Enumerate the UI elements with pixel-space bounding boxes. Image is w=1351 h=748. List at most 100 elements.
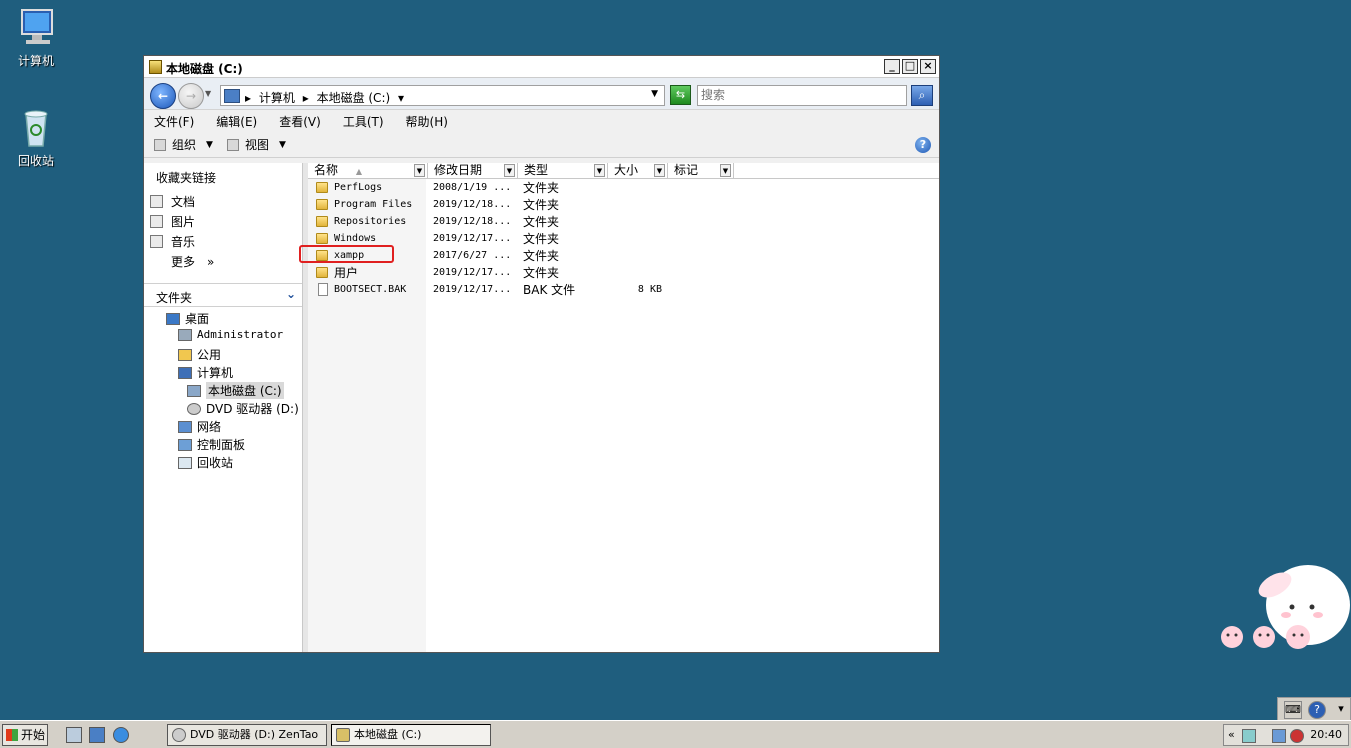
desktop-icon-computer[interactable]: 计算机 xyxy=(1,6,71,69)
search-input[interactable] xyxy=(698,86,878,104)
file-row[interactable]: Program Files 2019/12/18... 文件夹 xyxy=(308,197,939,213)
refresh-button[interactable]: ⇆ xyxy=(670,85,691,105)
file-date: 2019/12/17... xyxy=(433,284,512,295)
file-row[interactable]: xampp 2017/6/27 ... 文件夹 xyxy=(308,248,939,264)
tree-label: 公用 xyxy=(197,348,222,362)
menu-edit[interactable]: 编辑(E) xyxy=(212,112,261,131)
tree-item-recycle-bin[interactable]: 回收站 xyxy=(178,454,233,471)
menu-tools[interactable]: 工具(T) xyxy=(339,112,388,131)
file-size xyxy=(618,265,662,281)
file-name: BOOTSECT.BAK xyxy=(334,284,407,295)
tree-item-computer[interactable]: 计算机 xyxy=(178,364,233,381)
desktop-icon-recycle-bin[interactable]: 回收站 xyxy=(1,106,71,169)
music-icon xyxy=(150,235,163,248)
tree-item-public[interactable]: 公用 xyxy=(178,346,221,363)
column-filter-dropdown[interactable]: ▼ xyxy=(720,164,731,177)
file-size xyxy=(618,180,662,196)
favorites-more[interactable]: 更多 » xyxy=(171,253,214,270)
column-filter-dropdown[interactable]: ▼ xyxy=(414,164,425,177)
breadcrumb-local-disk[interactable]: 本地磁盘 (C:) xyxy=(317,91,391,105)
favorite-pictures[interactable]: 图片 xyxy=(150,213,195,230)
dvd-icon xyxy=(187,402,201,415)
keyboard-icon[interactable]: ⌨ xyxy=(1284,701,1302,719)
views-label: 视图 xyxy=(244,138,269,152)
recycle-bin-icon xyxy=(14,106,58,150)
favorite-documents[interactable]: 文档 xyxy=(150,193,195,210)
file-row[interactable]: PerfLogs 2008/1/19 ... 文件夹 xyxy=(308,180,939,196)
clock[interactable]: 20:40 xyxy=(1310,728,1342,741)
internet-explorer-icon[interactable] xyxy=(113,727,129,743)
file-list: 名称 ▲ ▼ 修改日期 ▼ 类型 ▼ 大小 ▼ 标记 ▼ PerfLogs 20… xyxy=(308,163,939,652)
computer-icon xyxy=(14,6,58,50)
task-label: DVD 驱动器 (D:) ZenTao xyxy=(190,728,319,741)
file-type: 文件夹 xyxy=(523,181,560,195)
file-row[interactable]: Repositories 2019/12/18... 文件夹 xyxy=(308,214,939,230)
address-bar[interactable]: ▸ 计算机 ▸ 本地磁盘 (C:) ▾ ▼ xyxy=(220,85,665,106)
folder-icon xyxy=(316,182,328,193)
column-header-tags[interactable]: 标记 ▼ xyxy=(668,163,734,179)
help-icon[interactable]: ? xyxy=(915,137,931,153)
tree-label: 计算机 xyxy=(197,366,234,380)
forward-button[interactable]: → xyxy=(178,83,204,109)
organize-button[interactable]: 组织 ▼ xyxy=(154,136,213,153)
start-label: 开始 xyxy=(21,728,46,742)
breadcrumb-computer[interactable]: 计算机 xyxy=(259,91,295,105)
taskbar-item-dvd-zentao[interactable]: DVD 驱动器 (D:) ZenTao xyxy=(167,724,327,746)
tree-label: 控制面板 xyxy=(197,438,246,452)
column-filter-dropdown[interactable]: ▼ xyxy=(594,164,605,177)
crumb-separator[interactable]: ▾ xyxy=(398,91,404,105)
search-box[interactable] xyxy=(697,85,907,106)
server-manager-icon[interactable] xyxy=(66,727,82,743)
menu-view[interactable]: 查看(V) xyxy=(275,112,325,131)
tree-item-desktop[interactable]: 桌面 xyxy=(166,310,209,327)
close-button[interactable]: × xyxy=(920,59,936,74)
show-desktop-icon[interactable] xyxy=(89,727,105,743)
tree-label: 本地磁盘 (C:) xyxy=(206,382,284,399)
explorer-window: 本地磁盘 (C:) _ □ × ← → ▼ ▸ 计算机 ▸ 本地磁盘 (C:) … xyxy=(143,55,940,653)
start-button[interactable]: 开始 xyxy=(2,724,48,746)
file-row[interactable]: 用户 2019/12/17... 文件夹 xyxy=(308,265,939,281)
minimize-button[interactable]: _ xyxy=(884,59,900,74)
views-button[interactable]: 视图 ▼ xyxy=(226,136,286,153)
file-row[interactable]: BOOTSECT.BAK 2019/12/17... BAK 文件 8 KB xyxy=(308,282,939,298)
back-button[interactable]: ← xyxy=(150,83,176,109)
tray-app-icon[interactable] xyxy=(1242,729,1256,743)
menu-help[interactable]: 帮助(H) xyxy=(402,112,452,131)
crumb-separator[interactable]: ▸ xyxy=(303,91,309,105)
options-icon[interactable]: ▾ xyxy=(1332,701,1350,719)
maximize-button[interactable]: □ xyxy=(902,59,918,74)
folders-header[interactable]: 文件夹 ⌄ xyxy=(144,283,302,307)
column-header-name[interactable]: 名称 ▲ ▼ xyxy=(308,163,428,179)
file-type: 文件夹 xyxy=(523,249,560,263)
crumb-separator[interactable]: ▸ xyxy=(245,91,251,105)
favorite-music[interactable]: 音乐 xyxy=(150,233,195,250)
history-dropdown-icon[interactable]: ▼ xyxy=(205,89,211,98)
address-dropdown-icon[interactable]: ▼ xyxy=(651,89,658,99)
documents-icon xyxy=(150,195,163,208)
taskbar-item-local-disk[interactable]: 本地磁盘 (C:) xyxy=(331,724,491,746)
title-bar[interactable]: 本地磁盘 (C:) _ □ × xyxy=(144,56,939,78)
folder-icon xyxy=(178,348,192,361)
search-button[interactable]: ⌕ xyxy=(911,85,933,106)
file-icon xyxy=(318,283,328,296)
column-header-date[interactable]: 修改日期 ▼ xyxy=(428,163,518,179)
column-filter-dropdown[interactable]: ▼ xyxy=(654,164,665,177)
file-row[interactable]: Windows 2019/12/17... 文件夹 xyxy=(308,231,939,247)
menu-file[interactable]: 文件(F) xyxy=(150,112,198,131)
column-header-type[interactable]: 类型 ▼ xyxy=(518,163,608,179)
column-label: 大小 xyxy=(614,163,639,177)
chevron-down-icon: ⌄ xyxy=(285,287,296,301)
column-filter-dropdown[interactable]: ▼ xyxy=(504,164,515,177)
file-type: 文件夹 xyxy=(523,215,560,229)
tree-item-administrator[interactable]: Administrator xyxy=(178,328,283,341)
tree-item-local-disk[interactable]: 本地磁盘 (C:) xyxy=(187,382,284,399)
tree-item-network[interactable]: 网络 xyxy=(178,418,221,435)
volume-muted-icon[interactable] xyxy=(1290,729,1304,743)
column-header-size[interactable]: 大小 ▼ xyxy=(608,163,668,179)
tree-item-dvd-drive[interactable]: DVD 驱动器 (D:) xyxy=(187,400,299,417)
favorite-label: 文档 xyxy=(171,195,196,209)
help-icon[interactable]: ? xyxy=(1308,701,1326,719)
tray-expand-button[interactable]: « xyxy=(1228,728,1235,741)
network-icon[interactable] xyxy=(1272,729,1286,743)
tree-item-control-panel[interactable]: 控制面板 xyxy=(178,436,245,453)
